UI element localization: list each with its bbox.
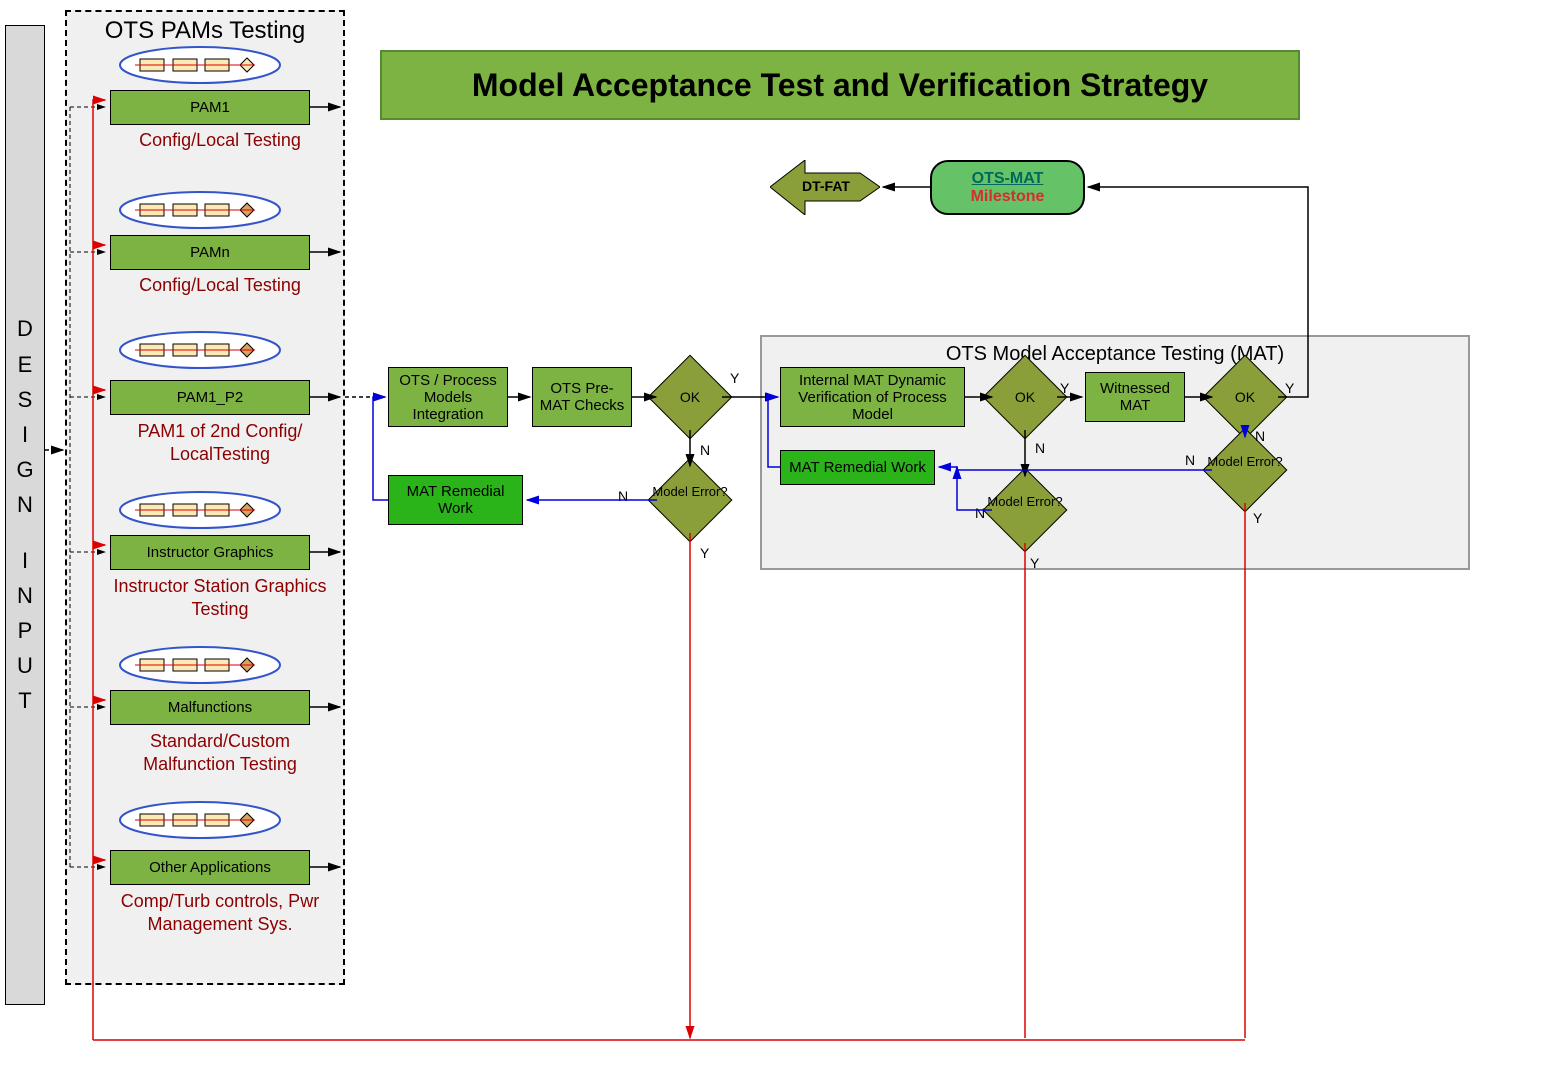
pam1p2-box: PAM1_P2 bbox=[110, 380, 310, 415]
model-error1-decision: Model Error? bbox=[660, 470, 720, 530]
n-label: N bbox=[618, 488, 628, 504]
dt-fat-arrow: DT-FAT bbox=[770, 160, 880, 215]
model-cloud-icon bbox=[115, 190, 285, 230]
model-cloud-icon bbox=[115, 490, 285, 530]
title-banner: Model Acceptance Test and Verification S… bbox=[380, 50, 1300, 120]
milestone-title: OTS-MAT bbox=[972, 170, 1044, 188]
witnessed-mat-box: Witnessed MAT bbox=[1085, 372, 1185, 422]
y-label: Y bbox=[1030, 555, 1039, 571]
ok2-decision: OK bbox=[995, 367, 1055, 427]
page-title: Model Acceptance Test and Verification S… bbox=[472, 67, 1208, 104]
model-cloud-icon bbox=[115, 45, 285, 85]
malfunctions-caption: Standard/Custom Malfunction Testing bbox=[110, 730, 330, 777]
model-error3-decision: Model Error? bbox=[1215, 440, 1275, 500]
milestone-box: OTS-MAT Milestone bbox=[930, 160, 1085, 215]
integration-box: OTS / Process Models Integration bbox=[388, 367, 508, 427]
other-apps-box: Other Applications bbox=[110, 850, 310, 885]
milestone-subtitle: Milestone bbox=[971, 188, 1045, 206]
y-label: Y bbox=[1060, 380, 1069, 396]
model-cloud-icon bbox=[115, 800, 285, 840]
pam1p2-caption: PAM1 of 2nd Config/ LocalTesting bbox=[110, 420, 330, 467]
design-input-panel: DESIGN INPUT bbox=[5, 25, 45, 1005]
mat-remedial1-box: MAT Remedial Work bbox=[388, 475, 523, 525]
model-error2-decision: Model Error? bbox=[995, 480, 1055, 540]
pam1-caption: Config/Local Testing bbox=[110, 130, 330, 151]
premat-box: OTS Pre-MAT Checks bbox=[532, 367, 632, 427]
mat-group-title: OTS Model Acceptance Testing (MAT) bbox=[762, 337, 1468, 366]
n-label: N bbox=[1255, 428, 1265, 444]
model-cloud-icon bbox=[115, 330, 285, 370]
ok1-decision: OK bbox=[660, 367, 720, 427]
y-label: Y bbox=[730, 370, 739, 386]
y-label: Y bbox=[1285, 380, 1294, 396]
y-label: Y bbox=[700, 545, 709, 561]
instructor-graphics-caption: Instructor Station Graphics Testing bbox=[110, 575, 330, 622]
pamn-caption: Config/Local Testing bbox=[110, 275, 330, 296]
ok3-decision: OK bbox=[1215, 367, 1275, 427]
n-label: N bbox=[1185, 452, 1195, 468]
instructor-graphics-box: Instructor Graphics bbox=[110, 535, 310, 570]
n-label: N bbox=[700, 442, 710, 458]
pam1-box: PAM1 bbox=[110, 90, 310, 125]
malfunctions-box: Malfunctions bbox=[110, 690, 310, 725]
mat-remedial2-box: MAT Remedial Work bbox=[780, 450, 935, 485]
y-label: Y bbox=[1253, 510, 1262, 526]
internal-mat-box: Internal MAT Dynamic Verification of Pro… bbox=[780, 367, 965, 427]
model-cloud-icon bbox=[115, 645, 285, 685]
n-label: N bbox=[975, 505, 985, 521]
n-label: N bbox=[1035, 440, 1045, 456]
pamn-box: PAMn bbox=[110, 235, 310, 270]
pams-group-title: OTS PAMs Testing bbox=[67, 12, 343, 45]
other-apps-caption: Comp/Turb controls, Pwr Management Sys. bbox=[110, 890, 330, 937]
